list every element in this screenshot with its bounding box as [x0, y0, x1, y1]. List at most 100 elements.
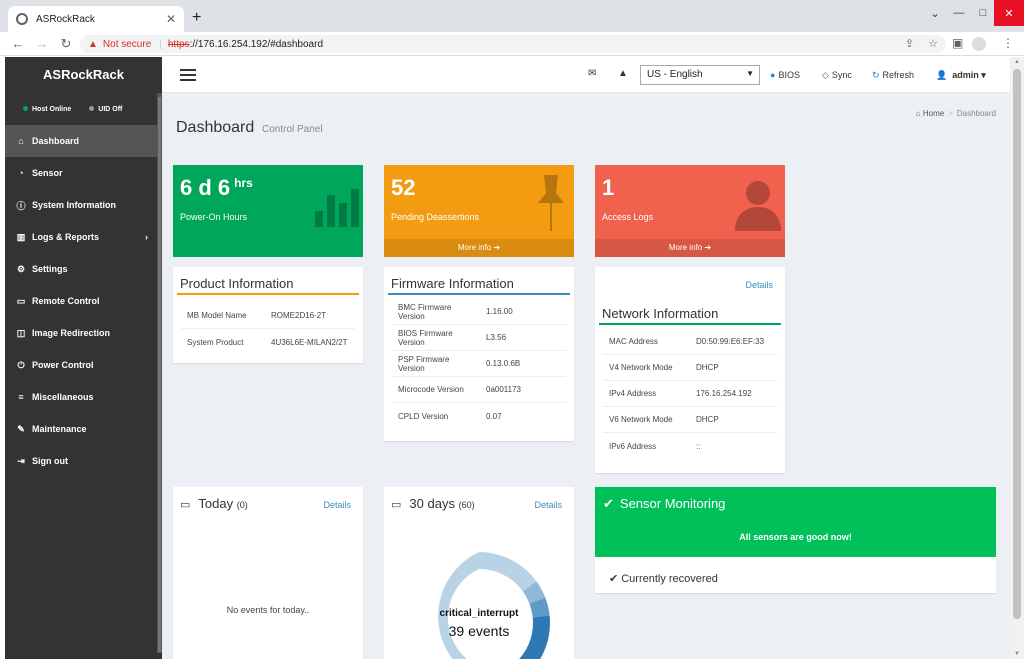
user-icon: 👤	[936, 70, 948, 80]
check-circle-icon: ✔	[603, 496, 614, 511]
product-info-title: Product Information	[177, 267, 359, 295]
monitor-icon: ▭	[16, 295, 26, 306]
reload-icon[interactable]: ↻	[58, 36, 74, 52]
sidebar-item-sensor[interactable]: ◔ Sensor	[5, 157, 162, 189]
tab-close-icon[interactable]: ✕	[166, 12, 176, 26]
bookmark-star-icon[interactable]: ☆	[928, 37, 938, 50]
bios-link[interactable]: ● BIOS	[770, 70, 800, 80]
donut-slice[interactable]	[479, 552, 537, 592]
check-circle-icon: ✔	[609, 573, 619, 585]
refresh-icon: ↻	[872, 70, 880, 80]
access-logs-more-info-link[interactable]: More info ➔	[595, 239, 785, 257]
browser-tabstrip: ASRockRack ✕ + ⌄ — □ ✕	[0, 0, 1024, 32]
thirty-days-events-box: ▭ 30 days (60) Details critical_interrupt…	[384, 487, 574, 659]
warning-icon: ▲	[88, 38, 98, 50]
chevron-down-icon: ▼	[746, 69, 754, 78]
address-bar-row: ← → ↻ ▲ Not secure | https://176.16.254.…	[0, 32, 1024, 56]
site-favicon-icon	[16, 13, 28, 25]
events-donut-chart	[438, 552, 550, 659]
new-tab-button[interactable]: +	[192, 9, 201, 27]
url-scheme: https	[167, 38, 190, 50]
today-details-link[interactable]: Details	[323, 500, 351, 510]
profile-avatar-icon[interactable]	[972, 37, 986, 51]
breadcrumb: ⌂ Home > Dashboard	[915, 109, 996, 118]
sign-out-icon: ⇥	[17, 455, 25, 466]
envelope-icon[interactable]: ✉	[588, 68, 596, 79]
sidebar-item-power-control[interactable]: ⏻ Power Control	[5, 349, 162, 381]
table-row: IPv4 Address 176.16.254.192	[603, 381, 777, 407]
pushpin-icon	[538, 175, 564, 231]
inbox-icon: ▭	[391, 499, 402, 511]
table-row: MB Model Name ROME2D16-2T	[181, 303, 355, 329]
sync-icon: ◇	[822, 70, 829, 80]
top-navbar: ✉ ▲ US - English ▼ ● BIOS ◇ Sync ↻ Refresh 👤…	[162, 57, 1010, 93]
url-field[interactable]: ▲ Not secure | https://176.16.254.192/#d…	[80, 35, 946, 53]
firmware-info-box: Firmware Information BMC Firmware Versio…	[384, 267, 574, 441]
scroll-down-icon[interactable]: ▼	[1014, 651, 1020, 657]
url-path: ://176.16.254.192/#dashboard	[189, 38, 324, 50]
thirty-days-details-link[interactable]: Details	[534, 500, 562, 510]
sensor-status-message: All sensors are good now!	[739, 532, 852, 542]
uid-status-dot-icon	[89, 106, 95, 112]
power-on-label: Power-On Hours	[180, 212, 248, 222]
today-events-box: ▭ Today (0) Details No events for today..	[173, 487, 363, 659]
share-icon[interactable]: ⇪	[905, 37, 914, 50]
scrollbar-thumb[interactable]	[1013, 69, 1021, 619]
language-select[interactable]: US - English ▼	[640, 65, 760, 85]
inbox-icon: ▭	[180, 499, 191, 511]
home-icon: ⌂	[18, 136, 24, 146]
table-row: CPLD Version 0.07	[398, 411, 502, 421]
sidebar-item-settings[interactable]: ⚙ Settings	[5, 253, 162, 285]
access-logs-box: 1 Access Logs More info ➔	[595, 165, 785, 257]
table-row: V4 Network Mode DHCP	[603, 355, 777, 381]
power-icon: ⏻	[17, 359, 25, 370]
table-row: BMC Firmware Version 1.16.00	[392, 299, 566, 325]
network-details-link[interactable]: Details	[745, 280, 773, 290]
forward-icon[interactable]: →	[34, 36, 50, 51]
window-close-icon[interactable]: ✕	[994, 0, 1024, 26]
sidebar-item-image-redirection[interactable]: ◫ Image Redirection	[5, 317, 162, 349]
deassertions-value: 52	[391, 175, 416, 200]
table-row: V6 Network Mode DHCP	[603, 407, 777, 433]
table-row: System Product 4U36L6E-MILAN2/2T	[187, 337, 348, 347]
network-info-title: Network Information	[599, 297, 781, 325]
breadcrumb-home[interactable]: Home	[923, 109, 944, 118]
info-circle-icon: ●	[770, 70, 776, 80]
brand-logo: ASRockRack	[43, 67, 124, 82]
donut-center-label: critical_interrupt	[439, 608, 519, 619]
browser-tab[interactable]: ASRockRack ✕	[8, 6, 184, 32]
disk-icon: ◫	[16, 327, 26, 338]
thirty-days-title: ▭ 30 days (60)	[391, 496, 475, 511]
page-scrollbar[interactable]: ▲ ▼	[1010, 57, 1024, 659]
scroll-up-icon[interactable]: ▲	[1014, 59, 1020, 65]
browser-menu-icon[interactable]: ⋮	[1002, 36, 1014, 50]
sidebar-item-maintenance[interactable]: ✎ Maintenance	[5, 413, 162, 445]
donut-center-value: 39 events	[448, 623, 510, 639]
deassertions-more-info-link[interactable]: More info ➔	[384, 239, 574, 257]
sensor-monitoring-header: ✔ Sensor Monitoring All sensors are good …	[595, 487, 996, 557]
sidebar-item-miscellaneous[interactable]: ≡ Miscellaneous	[5, 381, 162, 413]
power-on-hours-box: 6 d 6 hrs Power-On Hours	[173, 165, 363, 257]
sensor-monitoring-title: ✔ Sensor Monitoring	[603, 496, 726, 511]
refresh-link[interactable]: ↻ Refresh	[872, 70, 914, 81]
sidebar-item-dashboard[interactable]: ⌂ Dashboard	[5, 125, 162, 157]
pending-deassertions-box: 52 Pending Deassertions More info ➔	[384, 165, 574, 257]
gear-icon: ⚙	[16, 263, 26, 274]
sync-link[interactable]: ◇ Sync	[822, 70, 852, 81]
sidebar-item-logs-reports[interactable]: ▥ Logs & Reports ›	[5, 221, 162, 253]
breadcrumb-current: Dashboard	[956, 109, 996, 118]
side-panel-icon[interactable]: ▣	[952, 36, 963, 50]
table-row: PSP Firmware Version 0.13.0.6B	[392, 351, 566, 377]
sidebar-item-system-information[interactable]: ⓘ System Information	[5, 189, 162, 221]
sidebar-item-sign-out[interactable]: ⇥ Sign out	[5, 445, 162, 477]
firmware-info-title: Firmware Information	[388, 267, 570, 295]
hamburger-menu-icon[interactable]	[180, 69, 196, 81]
back-icon[interactable]: ←	[10, 36, 26, 51]
uid-status: UID Off	[89, 106, 122, 113]
sidebar-item-remote-control[interactable]: ▭ Remote Control	[5, 285, 162, 317]
alert-triangle-icon[interactable]: ▲	[618, 68, 628, 79]
user-menu[interactable]: 👤 admin ▾	[936, 70, 986, 81]
not-secure-label: Not secure	[102, 38, 152, 50]
dashboard-gauge-icon: ◔	[18, 168, 24, 178]
recovered-status: ✔ Currently recovered	[609, 573, 718, 585]
